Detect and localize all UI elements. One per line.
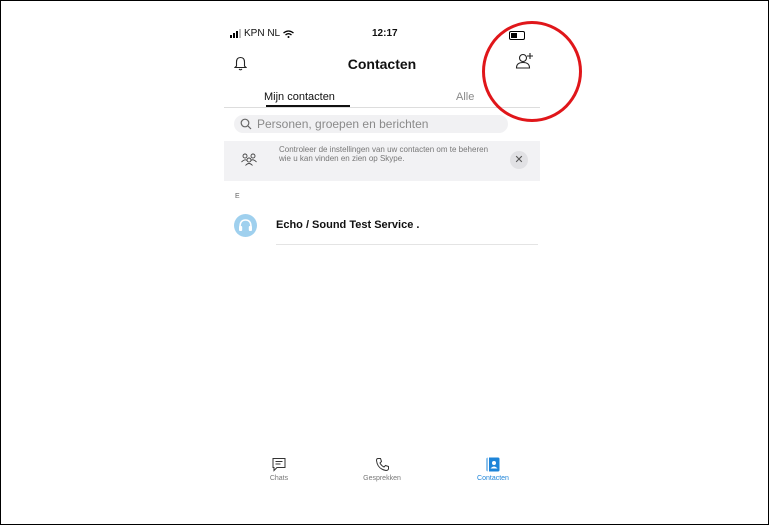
- contact-name: Echo / Sound Test Service .: [276, 219, 420, 231]
- wifi-icon: [283, 29, 295, 38]
- annotation-circle: [482, 21, 582, 122]
- carrier-label: KPN NL: [244, 28, 281, 39]
- list-divider: [276, 244, 538, 245]
- avatar: [234, 214, 257, 237]
- search-placeholder: Personen, groepen en berichten: [257, 117, 429, 131]
- people-icon: [241, 153, 257, 168]
- tab-alle[interactable]: Alle: [456, 91, 474, 103]
- chat-icon: [272, 458, 286, 472]
- signal-icon: [230, 29, 241, 38]
- section-letter: E: [235, 193, 240, 200]
- nav-contacten[interactable]: Contacten: [453, 457, 533, 482]
- tab-mijn-contacten[interactable]: Mijn contacten: [264, 91, 335, 103]
- privacy-notice: Controleer de instellingen van uw contac…: [224, 141, 540, 181]
- nav-gesprekken[interactable]: Gesprekken: [342, 457, 422, 482]
- nav-contacten-label: Contacten: [477, 475, 509, 482]
- nav-gesprekken-label: Gesprekken: [363, 475, 401, 482]
- close-icon[interactable]: ✕: [510, 151, 528, 169]
- tabs-divider: [224, 107, 540, 108]
- search-icon: [240, 118, 252, 133]
- nav-chats[interactable]: Chats: [239, 457, 319, 482]
- nav-chats-label: Chats: [269, 475, 289, 482]
- notice-text: Controleer de instellingen van uw contac…: [279, 145, 489, 163]
- headset-icon: [239, 219, 252, 231]
- search-input[interactable]: Personen, groepen en berichten: [234, 115, 508, 133]
- contacts-icon: [486, 457, 500, 472]
- status-time: 12:17: [372, 28, 398, 39]
- list-item[interactable]: Echo / Sound Test Service .: [224, 211, 540, 245]
- bottom-navigation: Chats Gesprekken Contacten: [224, 457, 540, 493]
- phone-icon: [375, 458, 389, 472]
- carrier-info: KPN NL: [230, 28, 295, 39]
